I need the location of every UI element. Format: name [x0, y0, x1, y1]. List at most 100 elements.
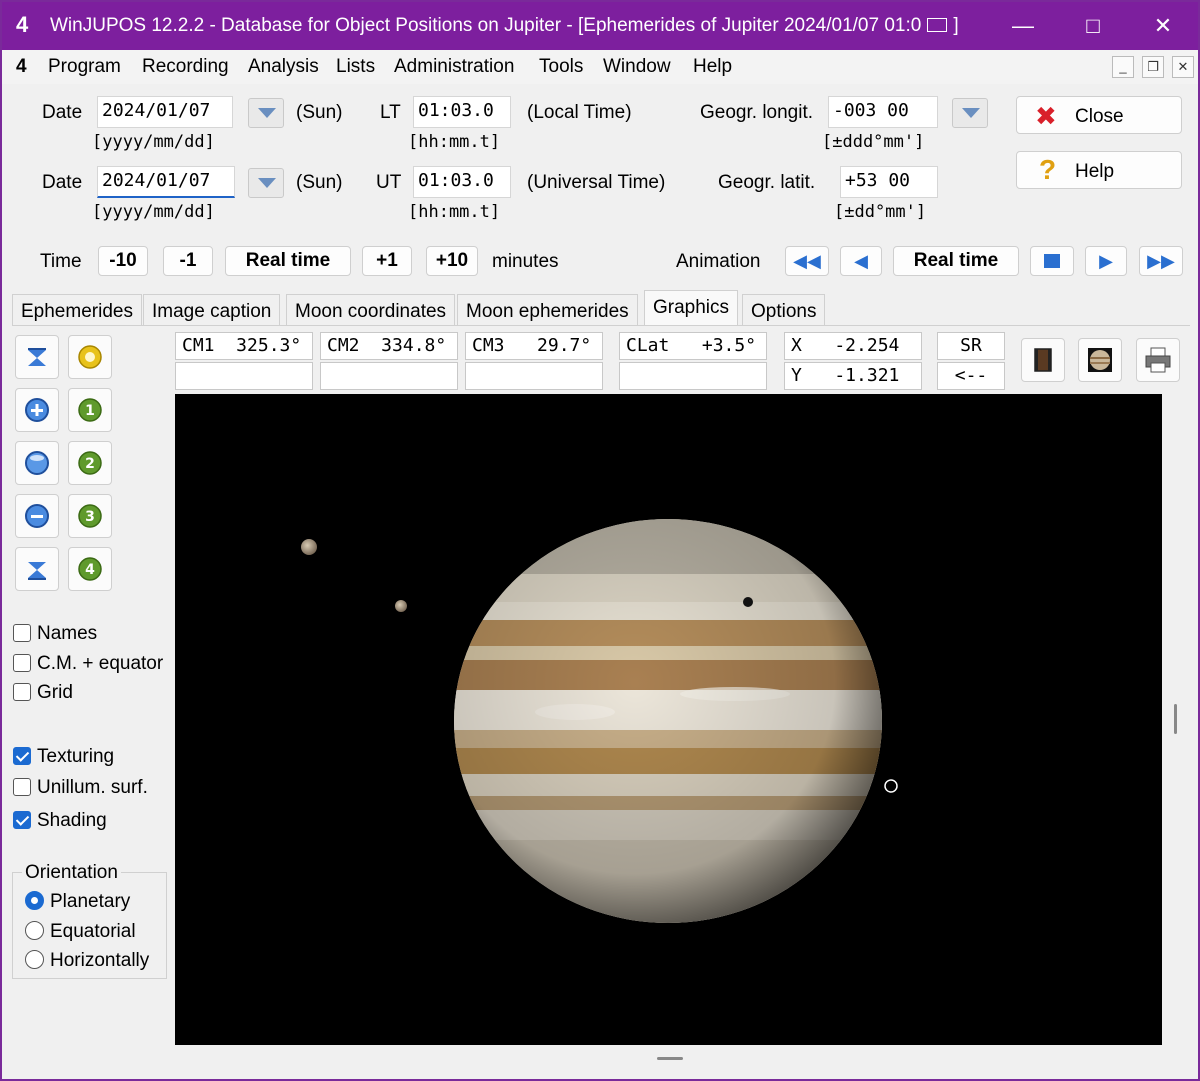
tab-moon-coordinates[interactable]: Moon coordinates — [286, 294, 456, 326]
close-button[interactable]: ✖ Close — [1016, 96, 1182, 134]
shading-checkbox[interactable]: Shading — [13, 810, 107, 832]
jupiter-image-icon[interactable] — [1078, 338, 1122, 382]
horizontal-scroll-thumb[interactable] — [657, 1057, 683, 1060]
close-window-icon[interactable]: ✕ — [1128, 2, 1198, 50]
zoom-to-bottom-icon[interactable] — [15, 547, 59, 591]
grid-checkbox[interactable]: Grid — [13, 682, 73, 704]
tab-graphics[interactable]: Graphics — [644, 290, 739, 326]
moon-1-button[interactable]: 1 — [68, 388, 112, 432]
texturing-checkbox-label: Texturing — [37, 746, 115, 767]
cm-equator-checkbox-box — [13, 654, 31, 672]
anim-realtime-button[interactable]: Real time — [893, 246, 1019, 276]
moon-4-button[interactable]: 4 — [68, 547, 112, 591]
menu-help[interactable]: Help — [693, 56, 732, 78]
tab-image-caption[interactable]: Image caption — [143, 294, 281, 326]
tab-options[interactable]: Options — [742, 294, 826, 326]
tab-moon-ephemerides[interactable]: Moon ephemerides — [457, 294, 638, 326]
maximize-icon[interactable]: □ — [1058, 2, 1128, 50]
equatorial-label: Equatorial — [50, 921, 136, 942]
close-x-icon: ✖ — [1035, 101, 1057, 131]
grid-checkbox-label: Grid — [37, 682, 73, 703]
moon-io — [301, 539, 317, 555]
zoom-in-icon[interactable] — [15, 388, 59, 432]
title-bar: 4 WinJUPOS 12.2.2 - Database for Object … — [2, 2, 1198, 50]
menu-administration[interactable]: Administration — [394, 56, 514, 78]
latit-input[interactable]: +53 00 — [840, 166, 938, 198]
help-button[interactable]: ? Help — [1016, 151, 1182, 189]
longit-format-hint: [±ddd°mm'] — [822, 132, 925, 152]
mdi-app-icon: 4 — [16, 56, 27, 77]
x-readout: X -2.254 — [784, 332, 922, 360]
sr-readout[interactable]: SR — [937, 332, 1005, 360]
shading-checkbox-label: Shading — [37, 810, 107, 831]
anim-fast-back-icon[interactable]: ◀◀ — [785, 246, 829, 276]
date-format-hint-2: [yyyy/mm/dd] — [92, 202, 215, 222]
unillum-checkbox-label: Unillum. surf. — [37, 777, 148, 798]
date-dropdown-local[interactable] — [248, 98, 284, 128]
zoom-reset-icon[interactable] — [15, 441, 59, 485]
horizontal-scrollbar[interactable] — [175, 1045, 1162, 1073]
texturing-checkbox[interactable]: Texturing — [13, 746, 114, 768]
date-input-local[interactable]: 2024/01/07 — [97, 96, 233, 128]
time-plus1-button[interactable]: +1 — [362, 246, 412, 276]
zoom-to-top-icon[interactable] — [15, 335, 59, 379]
date-dropdown-ut[interactable] — [248, 168, 284, 198]
menu-window[interactable]: Window — [603, 56, 671, 78]
mdi-minimize-icon[interactable]: _ — [1112, 56, 1134, 78]
time-plus10-button[interactable]: +10 — [426, 246, 478, 276]
anim-fast-forward-icon[interactable]: ▶▶ — [1139, 246, 1183, 276]
back-arrow-button[interactable]: <-- — [937, 362, 1005, 390]
unillum-checkbox[interactable]: Unillum. surf. — [13, 777, 148, 799]
film-icon[interactable] — [1021, 338, 1065, 382]
orientation-label: Orientation — [22, 862, 121, 884]
window-title: WinJUPOS 12.2.2 - Database for Object Po… — [50, 15, 959, 36]
menu-analysis[interactable]: Analysis — [248, 56, 319, 78]
ut-input[interactable]: 01:03.0 — [413, 166, 511, 198]
anim-step-forward-icon[interactable]: ▶ — [1085, 246, 1127, 276]
date-label-ut: Date — [42, 172, 83, 193]
tab-ephemerides[interactable]: Ephemerides — [12, 294, 142, 326]
vertical-scroll-thumb[interactable] — [1174, 704, 1177, 734]
longit-input[interactable]: -003 00 — [828, 96, 938, 128]
date-input-ut[interactable]: 2024/01/07 — [97, 166, 235, 198]
cm-equator-checkbox-label: C.M. + equator — [37, 653, 164, 674]
menu-lists[interactable]: Lists — [336, 56, 375, 78]
zoom-out-icon[interactable] — [15, 494, 59, 538]
planetary-label: Planetary — [50, 891, 131, 912]
minimize-icon[interactable]: — — [988, 2, 1058, 50]
menu-bar: 4 Program Recording Analysis Lists Admin… — [2, 50, 1198, 84]
mdi-close-icon[interactable]: ✕ — [1172, 56, 1194, 78]
orientation-equatorial-radio[interactable]: Equatorial — [25, 921, 136, 943]
time-minus10-button[interactable]: -10 — [98, 246, 148, 276]
horizontally-radio-dot — [25, 950, 44, 969]
names-checkbox-label: Names — [37, 623, 98, 644]
cm2-readout: CM2 334.8° — [320, 332, 458, 360]
mdi-restore-icon[interactable]: ❐ — [1142, 56, 1164, 78]
sun-target-icon[interactable] — [68, 335, 112, 379]
time-format-hint: [hh:mm.t] — [408, 132, 501, 152]
graphics-canvas[interactable] — [175, 394, 1162, 1045]
cm1-readout: CM1 325.3° — [175, 332, 313, 360]
cm-equator-checkbox[interactable]: C.M. + equator — [13, 653, 163, 675]
moon-2-button[interactable]: 2 — [68, 441, 112, 485]
time-label: Time — [40, 251, 82, 272]
date-label-local: Date — [42, 102, 83, 123]
orientation-horizontally-radio[interactable]: Horizontally — [25, 950, 149, 972]
orientation-planetary-radio[interactable]: Planetary — [25, 891, 130, 913]
menu-program[interactable]: Program — [48, 56, 121, 78]
names-checkbox[interactable]: Names — [13, 623, 97, 645]
anim-stop-icon[interactable] — [1030, 246, 1074, 276]
print-icon[interactable] — [1136, 338, 1180, 382]
moon-3-label: 3 — [85, 509, 95, 525]
longit-dropdown[interactable] — [952, 98, 988, 128]
close-button-label: Close — [1075, 106, 1124, 127]
unillum-checkbox-box — [13, 778, 31, 796]
menu-tools[interactable]: Tools — [539, 56, 583, 78]
menu-recording[interactable]: Recording — [142, 56, 229, 78]
time-realtime-button[interactable]: Real time — [225, 246, 351, 276]
vertical-scrollbar[interactable] — [1162, 394, 1190, 1045]
moon-3-button[interactable]: 3 — [68, 494, 112, 538]
lt-input[interactable]: 01:03.0 — [413, 96, 511, 128]
anim-step-back-icon[interactable]: ◀ — [840, 246, 882, 276]
time-minus1-button[interactable]: -1 — [163, 246, 213, 276]
